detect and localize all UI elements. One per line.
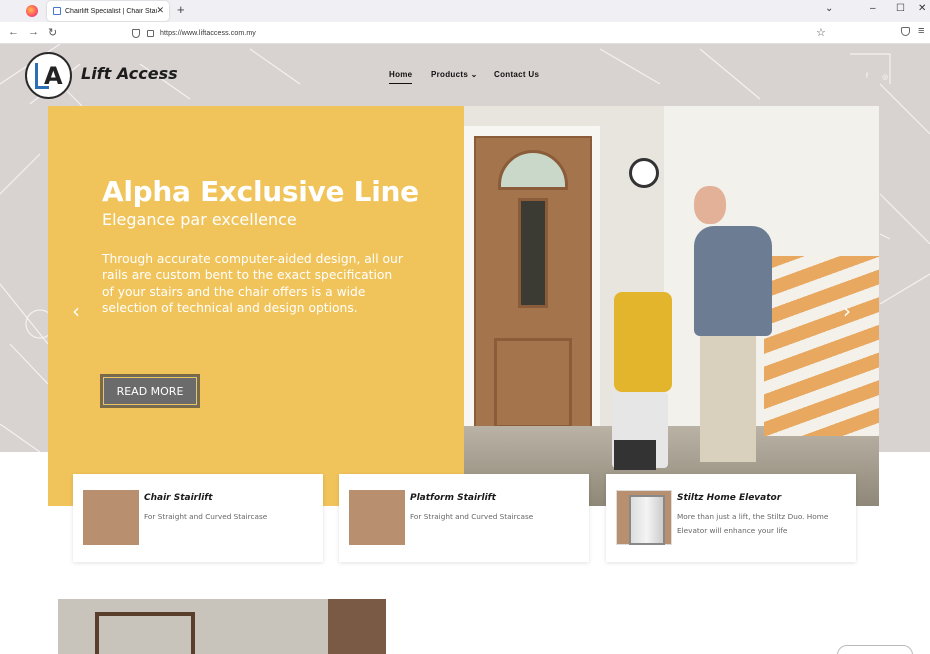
section-image-frame: [95, 612, 195, 654]
hero-slider: Alpha Exclusive Line Elegance par excell…: [48, 106, 879, 506]
chevron-down-icon: ⌄: [468, 70, 478, 79]
tab-close-icon[interactable]: ✕: [156, 5, 164, 16]
close-window-button[interactable]: ✕: [918, 3, 926, 14]
instagram-icon[interactable]: ◎: [882, 73, 888, 81]
new-tab-button[interactable]: +: [177, 2, 185, 17]
firefox-icon: [26, 5, 38, 17]
card-title[interactable]: Platform Stairlift: [410, 493, 496, 503]
card-description: For Straight and Curved Staircase: [410, 512, 534, 521]
brand-name[interactable]: Lift Access: [81, 64, 178, 83]
photo-man-legs: [700, 332, 756, 462]
shield-icon[interactable]: [132, 28, 140, 38]
slider-next-arrow-icon[interactable]: ›: [843, 299, 851, 323]
address-bar[interactable]: https://www.liftaccess.com.my: [126, 25, 832, 41]
photo-man-body: [694, 226, 772, 336]
slide-subtitle: Elegance par excellence: [102, 210, 297, 229]
read-more-button[interactable]: READ MORE: [100, 374, 200, 408]
photo-stairs: [764, 256, 879, 436]
slide-description: Through accurate computer-aided design, …: [102, 252, 403, 315]
logo-a-mark: A: [44, 62, 63, 90]
minimize-button[interactable]: –: [870, 3, 876, 14]
chair-stairlift-thumbnail[interactable]: [83, 490, 139, 545]
browser-nav-bar: ← → ↻ https://www.liftaccess.com.my ☆ ≡: [0, 22, 930, 44]
photo-man-head: [694, 186, 726, 224]
nav-products[interactable]: Products ⌄: [431, 70, 478, 79]
browser-tab[interactable]: Chairlift Specialist | Chair Stairs ✕: [47, 1, 169, 21]
facebook-icon[interactable]: f: [866, 73, 868, 80]
card-title[interactable]: Stiltz Home Elevator: [677, 493, 781, 503]
photo-door-panel: [494, 338, 572, 428]
slide-photo: ›: [464, 106, 879, 506]
card-platform-stairlift[interactable]: Platform Stairlift For Straight and Curv…: [339, 474, 589, 562]
card-chair-stairlift[interactable]: Chair Stairlift For Straight and Curved …: [73, 474, 323, 562]
floating-chat-button[interactable]: [837, 645, 913, 654]
photo-door-glass: [518, 198, 548, 308]
product-cards: Chair Stairlift For Straight and Curved …: [0, 474, 930, 564]
photo-door-arch: [498, 150, 568, 190]
tab-list-icon[interactable]: ⌄: [825, 3, 833, 14]
nav-home[interactable]: Home: [389, 70, 413, 84]
card-description: More than just a lift, the Stiltz Duo. H…: [677, 512, 829, 535]
favicon-icon: [53, 7, 61, 15]
bookmark-star-icon[interactable]: ☆: [816, 26, 826, 39]
card-description: For Straight and Curved Staircase: [144, 512, 268, 521]
photo-stairlift-seat: [614, 292, 672, 392]
nav-contact[interactable]: Contact Us: [494, 70, 539, 79]
photo-stairlift-footrest: [614, 440, 656, 470]
url-text[interactable]: https://www.liftaccess.com.my: [160, 30, 256, 37]
slide-text-panel: Alpha Exclusive Line Elegance par excell…: [48, 106, 464, 506]
site-logo[interactable]: A: [25, 52, 72, 99]
photo-clock: [629, 158, 659, 188]
pocket-icon[interactable]: [901, 27, 910, 36]
web-page: A Lift Access Home Products ⌄ Contact Us…: [0, 44, 930, 654]
reload-button[interactable]: ↻: [48, 26, 57, 39]
hamburger-menu-icon[interactable]: ≡: [918, 25, 924, 37]
browser-tab-bar: Chairlift Specialist | Chair Stairs ✕ + …: [0, 0, 930, 22]
back-button[interactable]: ←: [8, 26, 19, 38]
card-title[interactable]: Chair Stairlift: [144, 493, 213, 503]
slide-title: Alpha Exclusive Line: [102, 175, 419, 208]
forward-button[interactable]: →: [28, 26, 39, 38]
platform-stairlift-thumbnail[interactable]: [349, 490, 405, 545]
home-elevator-thumbnail[interactable]: [616, 490, 672, 545]
slider-prev-arrow-icon[interactable]: ‹: [72, 299, 80, 323]
tab-title: Chairlift Specialist | Chair Stairs: [65, 7, 157, 15]
nav-products-label: Products: [431, 70, 469, 79]
lock-icon[interactable]: [147, 29, 154, 37]
photo-door: [474, 136, 592, 456]
maximize-button[interactable]: ☐: [896, 3, 905, 14]
card-stiltz-home-elevator[interactable]: Stiltz Home Elevator More than just a li…: [606, 474, 856, 562]
